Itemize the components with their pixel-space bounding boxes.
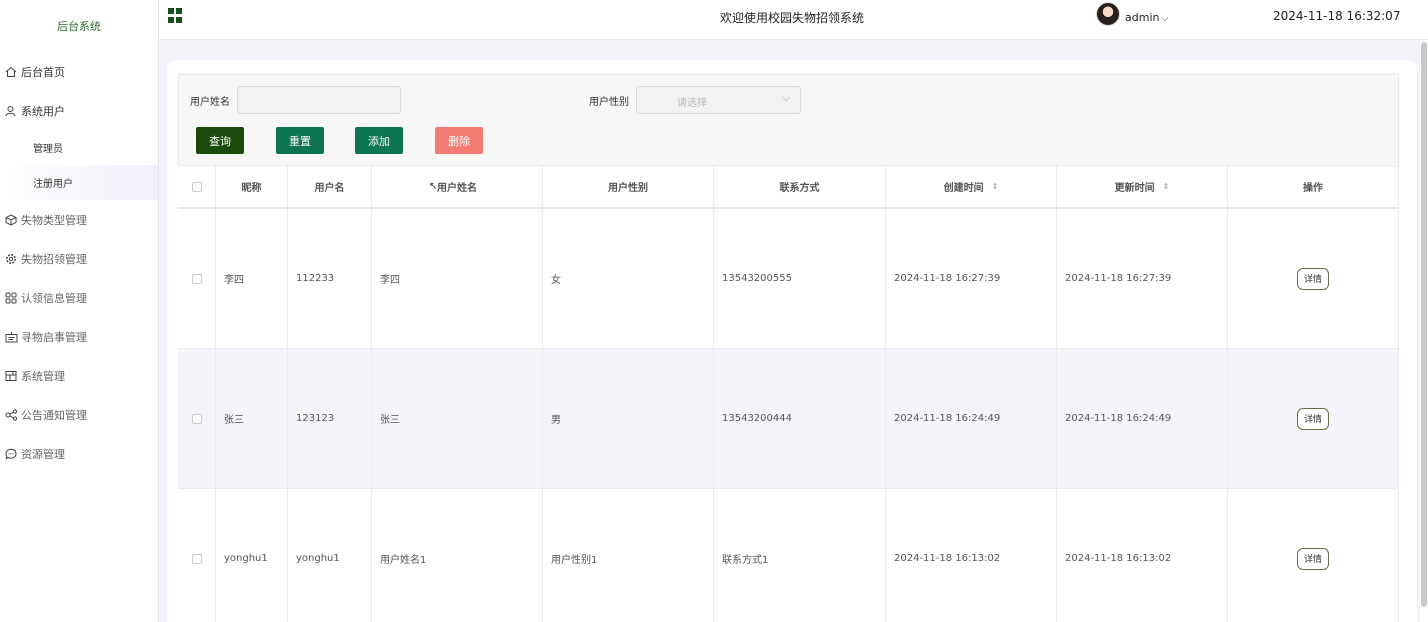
select-all-checkbox[interactable] <box>191 181 202 192</box>
cell-nickname: 李四 <box>216 209 288 348</box>
grid-icon <box>4 291 18 305</box>
col-created[interactable]: 创建时间 ⇕ <box>886 166 1057 207</box>
delete-button[interactable]: 删除 <box>435 127 483 154</box>
search-form: 用户姓名 用户性别 请选择 ⌵ 查询 重置 添加 删除 <box>178 74 1399 166</box>
cell-phone: 13543200555 <box>714 209 886 348</box>
name-label: 用户姓名 <box>190 97 230 108</box>
cell-phone: 联系方式1 <box>714 489 886 622</box>
cell-username: 112233 <box>288 209 372 348</box>
sidebar-item-lost-notice[interactable]: 寻物启事管理 <box>0 317 158 356</box>
chevron-down-icon: ⌵ <box>1161 14 1169 24</box>
cell-updated: 2024-11-18 16:13:02 <box>1057 489 1228 622</box>
sidebar-item-admin[interactable]: 管理员 <box>0 130 158 165</box>
table-row: 张三 123123 张三 男 13543200444 2024-11-18 16… <box>178 349 1399 489</box>
cell-name: 用户姓名1 <box>372 489 543 622</box>
cell-gender: 男 <box>543 349 714 488</box>
detail-button[interactable]: 详情 <box>1297 547 1329 570</box>
detail-button[interactable]: 详情 <box>1297 267 1329 290</box>
cell-created: 2024-11-18 16:27:39 <box>886 209 1057 348</box>
gear-icon <box>4 252 18 266</box>
col-nickname: 昵称 <box>216 166 288 207</box>
sort-icon: ⇕ <box>1162 182 1170 191</box>
page-title: 欢迎使用校园失物招领系统 <box>719 11 864 25</box>
user-menu[interactable]: admin ⌵ <box>1125 11 1168 24</box>
col-updated[interactable]: 更新时间 ⇕ <box>1057 166 1228 207</box>
cell-name: 张三 <box>372 349 543 488</box>
row-checkbox[interactable] <box>191 413 202 424</box>
page-scrollbar[interactable] <box>1420 40 1428 622</box>
sidebar-item-system-manage[interactable]: 系统管理 <box>0 356 158 395</box>
query-button[interactable]: 查询 <box>196 127 244 154</box>
table-header: 昵称 用户名 用户姓名 用户性别 联系方式 创建时间 ⇕ 更新时间 ⇕ 操作 <box>178 166 1399 209</box>
gender-label: 用户性别 <box>589 97 629 108</box>
cell-phone: 13543200444 <box>714 349 886 488</box>
cell-username: 123123 <box>288 349 372 488</box>
current-datetime: 2024-11-18 16:32:07 <box>1273 9 1401 23</box>
row-checkbox[interactable] <box>191 273 202 284</box>
cell-nickname: 张三 <box>216 349 288 488</box>
scrollbar-thumb[interactable] <box>1421 42 1427 607</box>
row-checkbox[interactable] <box>191 553 202 564</box>
cell-created: 2024-11-18 16:24:49 <box>886 349 1057 488</box>
home-icon <box>4 65 18 79</box>
cell-gender: 用户性别1 <box>543 489 714 622</box>
cell-created: 2024-11-18 16:13:02 <box>886 489 1057 622</box>
gender-select[interactable]: 请选择 ⌵ <box>636 86 801 114</box>
sidebar: 后台系统 后台首页 系统用户 管理员 注册用户 失物类型管理 失物招领管理 认领… <box>0 0 159 622</box>
col-phone: 联系方式 <box>714 166 886 207</box>
name-input[interactable] <box>237 86 401 114</box>
sidebar-item-announcements[interactable]: 公告通知管理 <box>0 395 158 434</box>
users-table: 昵称 用户名 用户姓名 用户性别 联系方式 创建时间 ⇕ 更新时间 ⇕ 操作 李四 … <box>178 166 1399 622</box>
detail-button[interactable]: 详情 <box>1297 407 1329 430</box>
cell-updated: 2024-11-18 16:27:39 <box>1057 209 1228 348</box>
col-username: 用户名 <box>288 166 372 207</box>
table-row: yonghu1 yonghu1 用户姓名1 用户性别1 联系方式1 2024-1… <box>178 489 1399 622</box>
cell-username: yonghu1 <box>288 489 372 622</box>
brand-title: 后台系统 <box>57 20 101 33</box>
share-icon <box>4 408 18 422</box>
layout-icon <box>4 369 18 383</box>
chat-icon <box>4 447 18 461</box>
cell-nickname: yonghu1 <box>216 489 288 622</box>
sort-icon: ⇕ <box>991 182 999 191</box>
reset-button[interactable]: 重置 <box>276 127 324 154</box>
cube-icon <box>4 213 18 227</box>
sidebar-item-home[interactable]: 后台首页 <box>0 52 158 91</box>
sidebar-item-registered-users[interactable]: 注册用户 <box>0 165 158 200</box>
content-panel: 用户姓名 用户性别 请选择 ⌵ 查询 重置 添加 删除 昵称 用户名 用户姓名 … <box>167 60 1417 622</box>
sidebar-item-lost-found[interactable]: 失物招领管理 <box>0 239 158 278</box>
mouse-cursor-icon: ↖ <box>429 181 438 192</box>
user-icon <box>4 104 18 118</box>
cell-gender: 女 <box>543 209 714 348</box>
notice-icon <box>4 330 18 344</box>
sidebar-item-system-users[interactable]: 系统用户 <box>0 91 158 130</box>
sidebar-item-lost-type[interactable]: 失物类型管理 <box>0 200 158 239</box>
cell-name: 李四 <box>372 209 543 348</box>
chevron-down-icon: ⌵ <box>782 93 790 104</box>
table-row: 李四 112233 李四 女 13543200555 2024-11-18 16… <box>178 209 1399 349</box>
col-name: 用户姓名 <box>372 166 543 207</box>
col-actions: 操作 <box>1228 166 1399 207</box>
top-bar: 欢迎使用校园失物招领系统 admin ⌵ 2024-11-18 16:32:07 <box>159 0 1428 40</box>
add-button[interactable]: 添加 <box>355 127 403 154</box>
main-content: 用户姓名 用户性别 请选择 ⌵ 查询 重置 添加 删除 昵称 用户名 用户姓名 … <box>159 40 1420 622</box>
cell-updated: 2024-11-18 16:24:49 <box>1057 349 1228 488</box>
avatar[interactable] <box>1096 2 1120 26</box>
sidebar-item-resources[interactable]: 资源管理 <box>0 434 158 473</box>
col-gender: 用户性别 <box>543 166 714 207</box>
sidebar-item-claim-info[interactable]: 认领信息管理 <box>0 278 158 317</box>
